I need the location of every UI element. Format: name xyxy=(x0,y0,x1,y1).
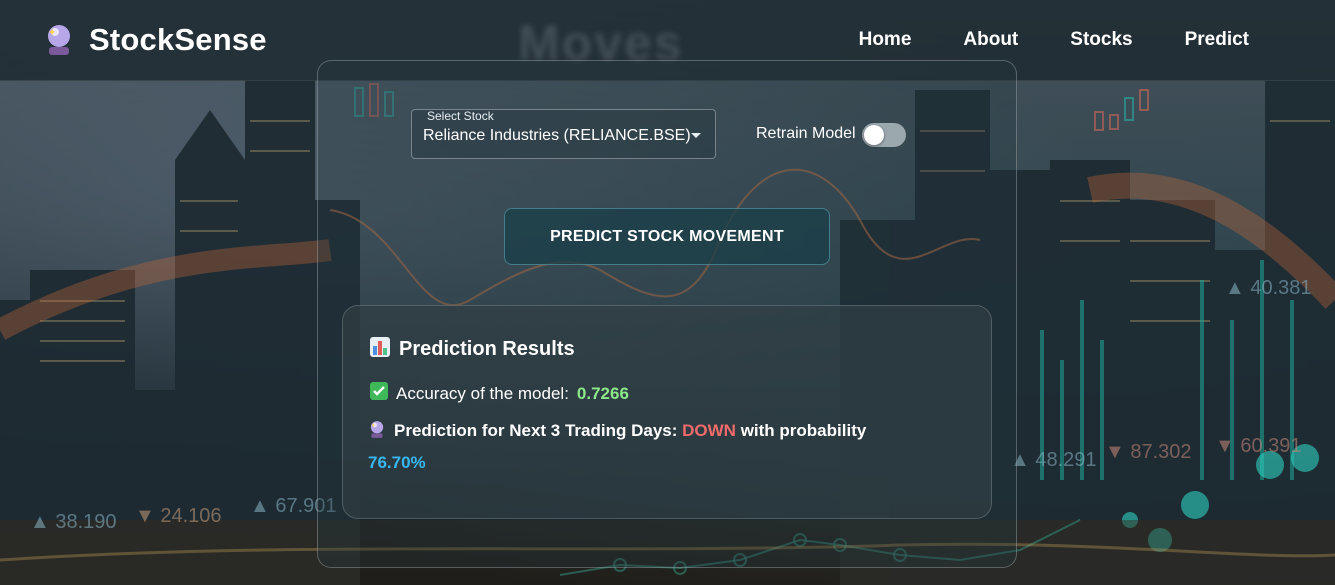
prediction-probability: 76.70% xyxy=(368,453,426,472)
stock-select[interactable]: Select Stock Reliance Industries (RELIAN… xyxy=(411,109,716,159)
bg-ticker-1: ▲ 38.190 xyxy=(30,511,117,533)
retrain-model-toggle[interactable] xyxy=(862,123,906,147)
retrain-model-label: Retrain Model xyxy=(756,125,856,142)
bg-ticker-6: ▼ 60.391 xyxy=(1215,435,1302,457)
toggle-knob xyxy=(864,125,884,145)
stock-select-value: Reliance Industries (RELIANCE.BSE) xyxy=(423,127,691,144)
results-title: Prediction Results xyxy=(399,338,575,360)
bar-chart-icon xyxy=(370,337,390,362)
accuracy-row: Accuracy of the model: 0.7266 xyxy=(370,382,629,405)
predict-stock-movement-button[interactable]: PREDICT STOCK MOVEMENT xyxy=(504,208,830,265)
prediction-results-card: Prediction Results Accuracy of the model… xyxy=(342,305,992,519)
prediction-direction: DOWN xyxy=(682,421,736,440)
brand[interactable]: StockSense xyxy=(43,22,267,58)
nav-link-predict[interactable]: Predict xyxy=(1185,29,1249,51)
prediction-label: Prediction for Next 3 Trading Days: xyxy=(394,421,678,440)
nav-link-stocks[interactable]: Stocks xyxy=(1070,29,1132,51)
prediction-with-text: with probability xyxy=(740,421,867,440)
bg-ticker-7: ▲ 40.381 xyxy=(1225,277,1312,299)
bg-ticker-2: ▼ 24.106 xyxy=(135,505,222,527)
results-header: Prediction Results xyxy=(370,337,575,362)
nav-link-about[interactable]: About xyxy=(963,29,1018,51)
crystal-ball-icon xyxy=(368,419,386,448)
bg-ticker-5: ▼ 87.302 xyxy=(1105,441,1192,463)
accuracy-value: 0.7266 xyxy=(576,383,629,403)
prediction-row: Prediction for Next 3 Trading Days: DOWN… xyxy=(368,416,968,477)
chevron-down-icon xyxy=(691,133,701,138)
nav-links: Home About Stocks Predict xyxy=(859,29,1249,51)
accuracy-label: Accuracy of the model: xyxy=(396,383,569,403)
bg-ticker-4: ▲ 48.291 xyxy=(1010,449,1097,471)
brand-name: StockSense xyxy=(89,22,267,57)
check-mark-icon xyxy=(370,382,388,405)
nav-link-home[interactable]: Home xyxy=(859,29,912,51)
crystal-ball-icon xyxy=(43,23,75,57)
stock-select-label: Select Stock xyxy=(427,109,494,123)
